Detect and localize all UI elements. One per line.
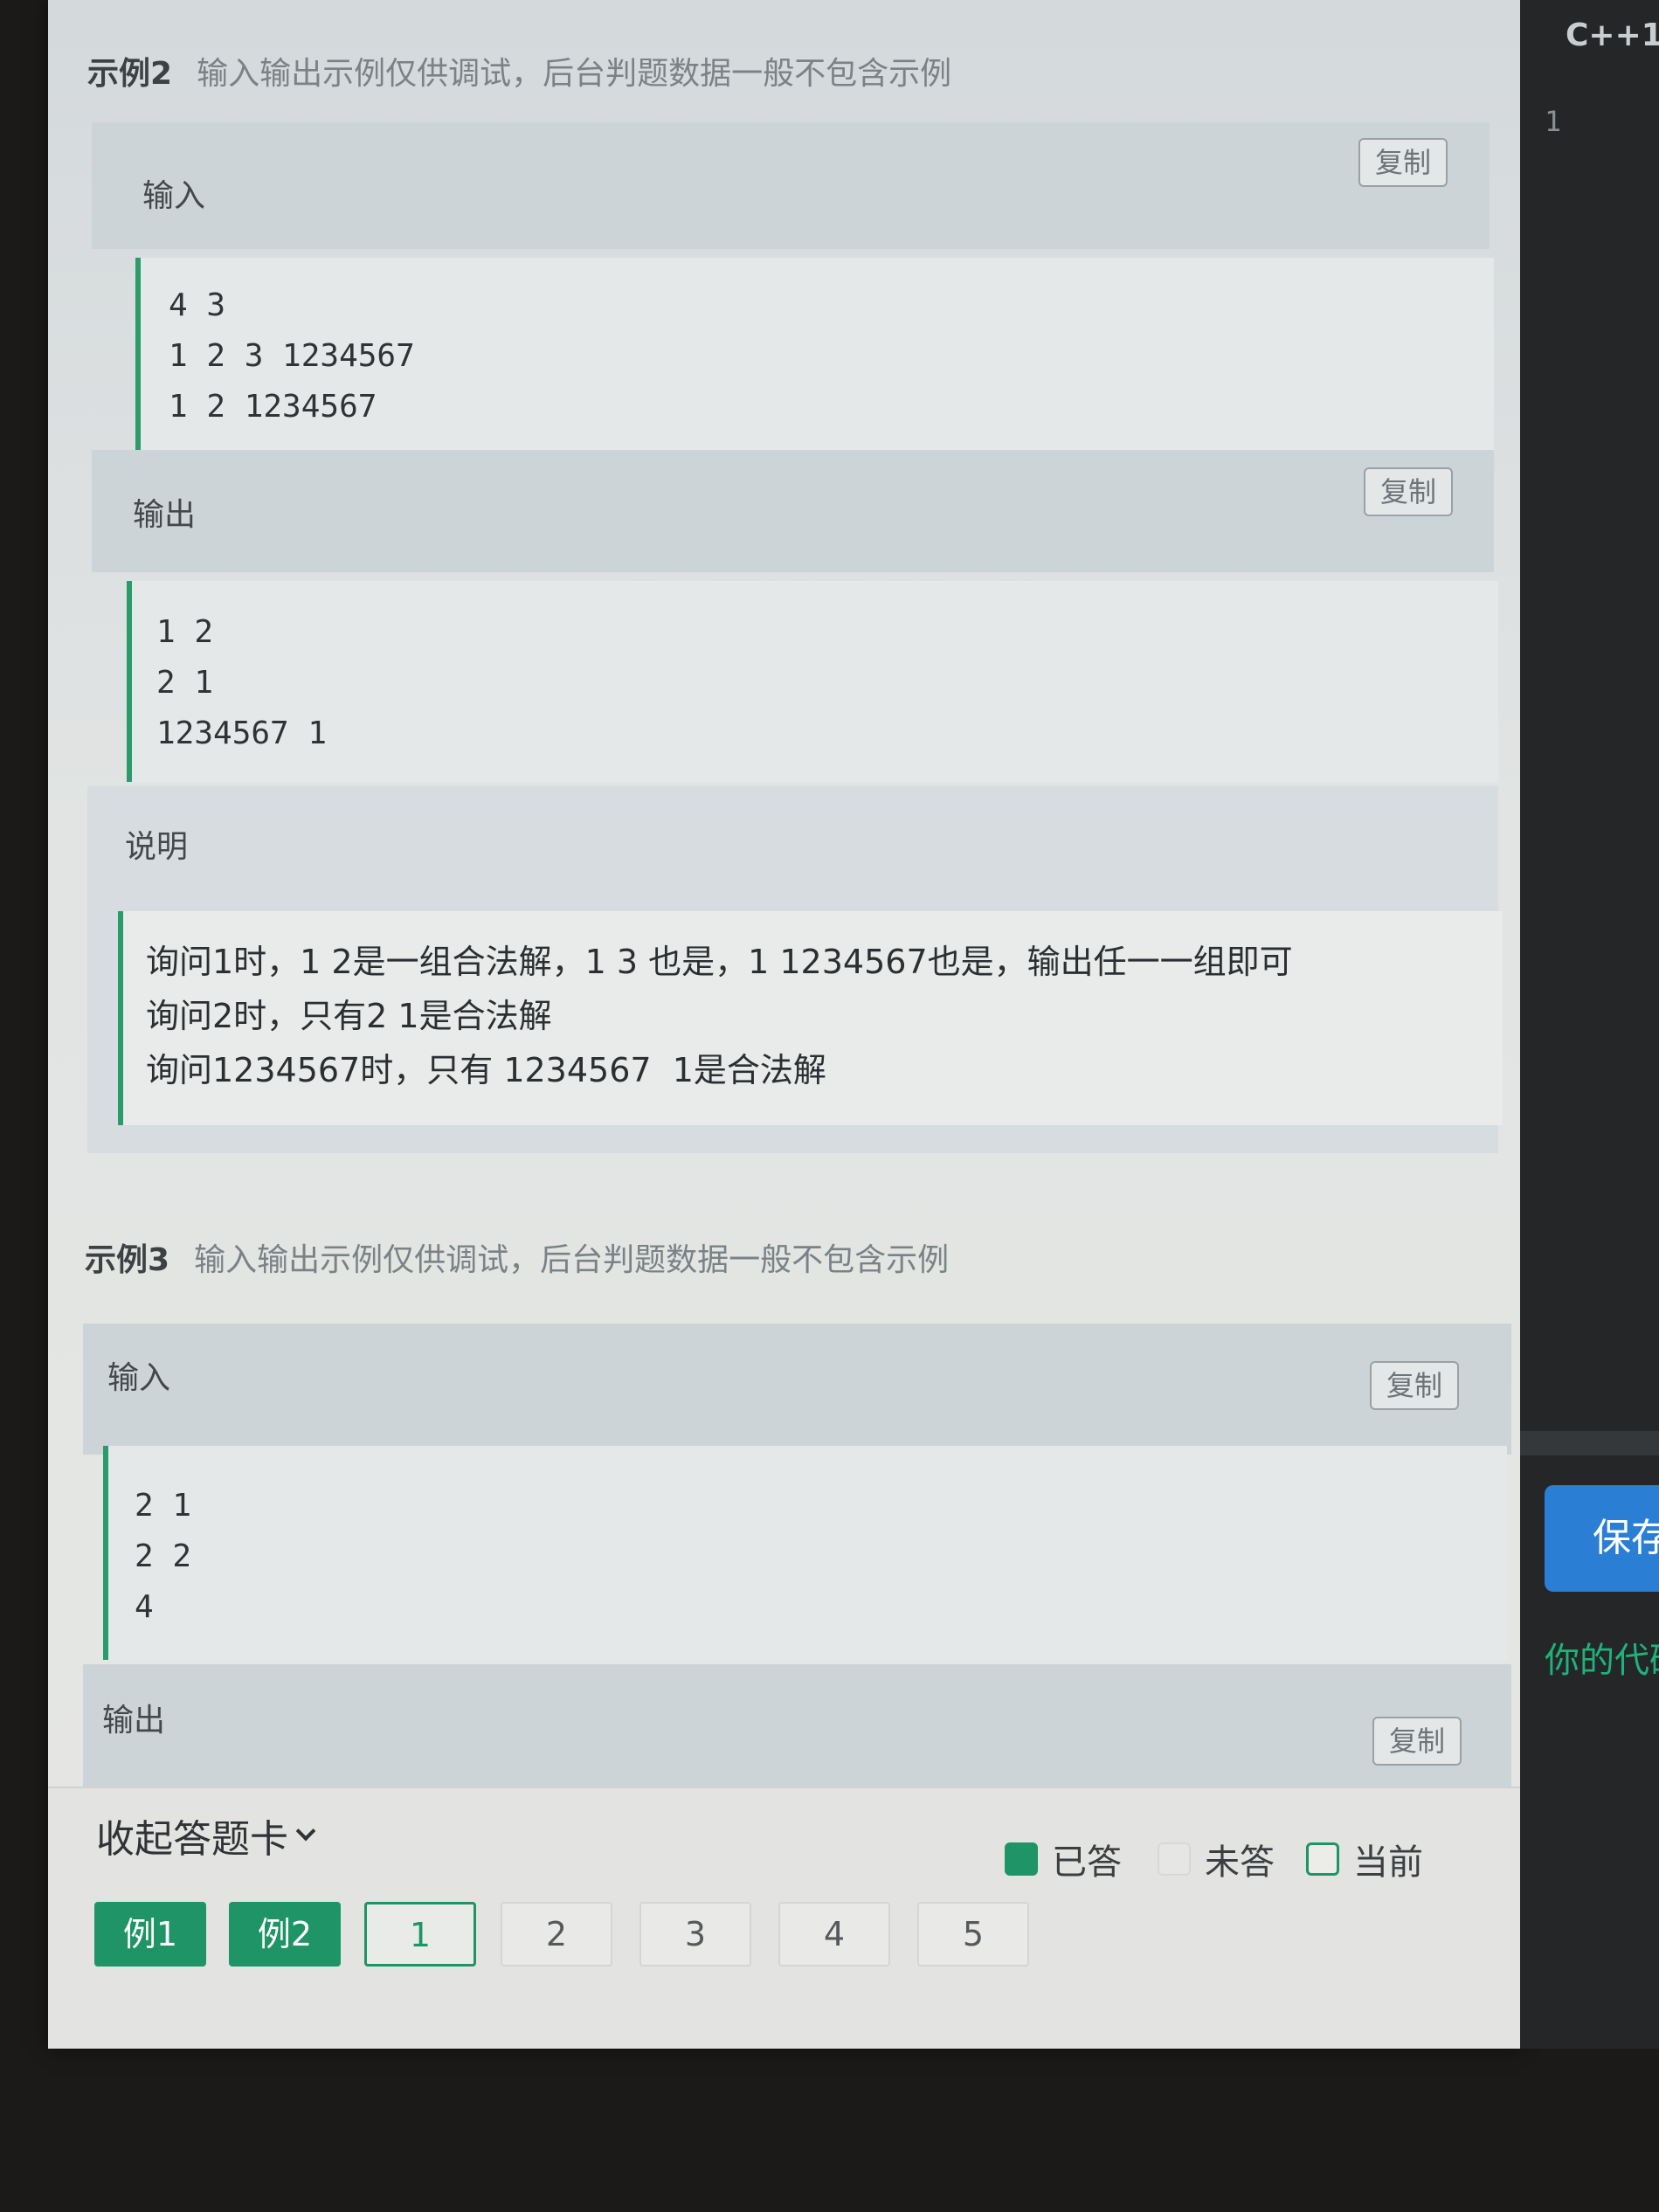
question-button-example1[interactable]: 例1 [94,1902,206,1967]
code-line: 1 2 [156,614,214,650]
question-button-2[interactable]: 2 [501,1902,612,1967]
question-button-1[interactable]: 1 [364,1902,476,1967]
legend-answered-label: 已答 [1052,1842,1122,1883]
example2-input-copy-button[interactable]: 复制 [1358,138,1448,187]
code-line: 4 3 [169,287,226,323]
question-button-5[interactable]: 5 [917,1902,1029,1967]
problem-scroll-area[interactable]: 示例2 输入输出示例仅供调试，后台判题数据一般不包含示例 输入 复制 4 3 1… [48,0,1520,1787]
example2-output-label: 输出 [133,497,197,533]
panel-divider [1520,1431,1659,1455]
answered-swatch [1005,1842,1038,1876]
question-button-4[interactable]: 4 [778,1902,890,1967]
explain-line: 询问2时，只有2 1是合法解 [146,997,552,1035]
example3-input-code: 2 1 2 2 4 [103,1446,1507,1660]
example2-output-header [92,450,1494,572]
example2-input-header [92,122,1490,249]
legend-unanswered: 未答 [1158,1834,1275,1884]
language-selector[interactable]: C++11 [1566,17,1659,53]
example2-output-copy-button[interactable]: 复制 [1364,467,1453,516]
example2-input-label: 输入 [142,178,206,214]
collapse-label: 收起答题卡 [96,1817,288,1862]
code-editor-panel: C++11 1 保存 你的代码 [1520,0,1659,2049]
example2-explain-text: 询问1时，1 2是一组合法解，1 3 也是，1 1234567也是，输出任一一组… [118,911,1503,1125]
example2-output-code: 1 2 2 1 1234567 1 [127,581,1498,782]
problem-page: 示例2 输入输出示例仅供调试，后台判题数据一般不包含示例 输入 复制 4 3 1… [48,0,1520,2049]
legend-current: 当前 [1306,1834,1423,1884]
example2-title-row: 示例2 输入输出示例仅供调试，后台判题数据一般不包含示例 [87,48,951,93]
legend-answered: 已答 [1005,1834,1122,1884]
example2-explain-label: 说明 [125,829,189,865]
example2-title: 示例2 [87,56,173,92]
editor-line-number: 1 [1545,105,1562,138]
code-line: 2 1 [135,1488,192,1524]
code-line: 1 2 1234567 [169,389,377,425]
explain-line: 询问1时，1 2是一组合法解，1 3 也是，1 1234567也是，输出任一一组… [146,943,1293,981]
question-button-example2[interactable]: 例2 [229,1902,341,1967]
example3-output-header [83,1664,1511,1787]
legend-current-label: 当前 [1353,1842,1423,1883]
code-status-text: 你的代码 [1545,1641,1659,1681]
example3-input-label: 输入 [107,1360,171,1396]
answer-card: 收起答题卡 已答 未答 当前 例1 例2 1 2 3 4 5 [48,1787,1520,2049]
chevron-down-icon [295,1821,316,1842]
explain-line: 询问1234567时，只有 1234567 1是合法解 [146,1051,826,1089]
collapse-answer-card-toggle[interactable]: 收起答题卡 [96,1808,316,1863]
code-line: 2 1 [156,665,214,701]
example3-input-header [83,1324,1511,1455]
code-line: 2 2 [135,1538,192,1574]
current-swatch [1306,1842,1339,1876]
example3-output-label: 输出 [102,1703,166,1738]
example3-note: 输入输出示例仅供调试，后台判题数据一般不包含示例 [194,1242,950,1278]
question-button-3[interactable]: 3 [639,1902,751,1967]
unanswered-swatch [1158,1842,1191,1876]
example3-title-row: 示例3 输入输出示例仅供调试，后台判题数据一般不包含示例 [85,1234,949,1280]
save-button[interactable]: 保存 [1545,1485,1659,1592]
code-line: 1234567 1 [156,715,328,751]
example2-note: 输入输出示例仅供调试，后台判题数据一般不包含示例 [197,56,952,92]
legend-unanswered-label: 未答 [1205,1842,1275,1883]
example2-input-code: 4 3 1 2 3 1234567 1 2 1234567 [135,258,1494,454]
example3-output-copy-button[interactable]: 复制 [1372,1717,1462,1766]
example3-input-copy-button[interactable]: 复制 [1370,1361,1459,1410]
example3-title: 示例3 [85,1242,170,1278]
code-line: 1 2 3 1234567 [169,338,415,374]
code-line: 4 [135,1589,154,1625]
